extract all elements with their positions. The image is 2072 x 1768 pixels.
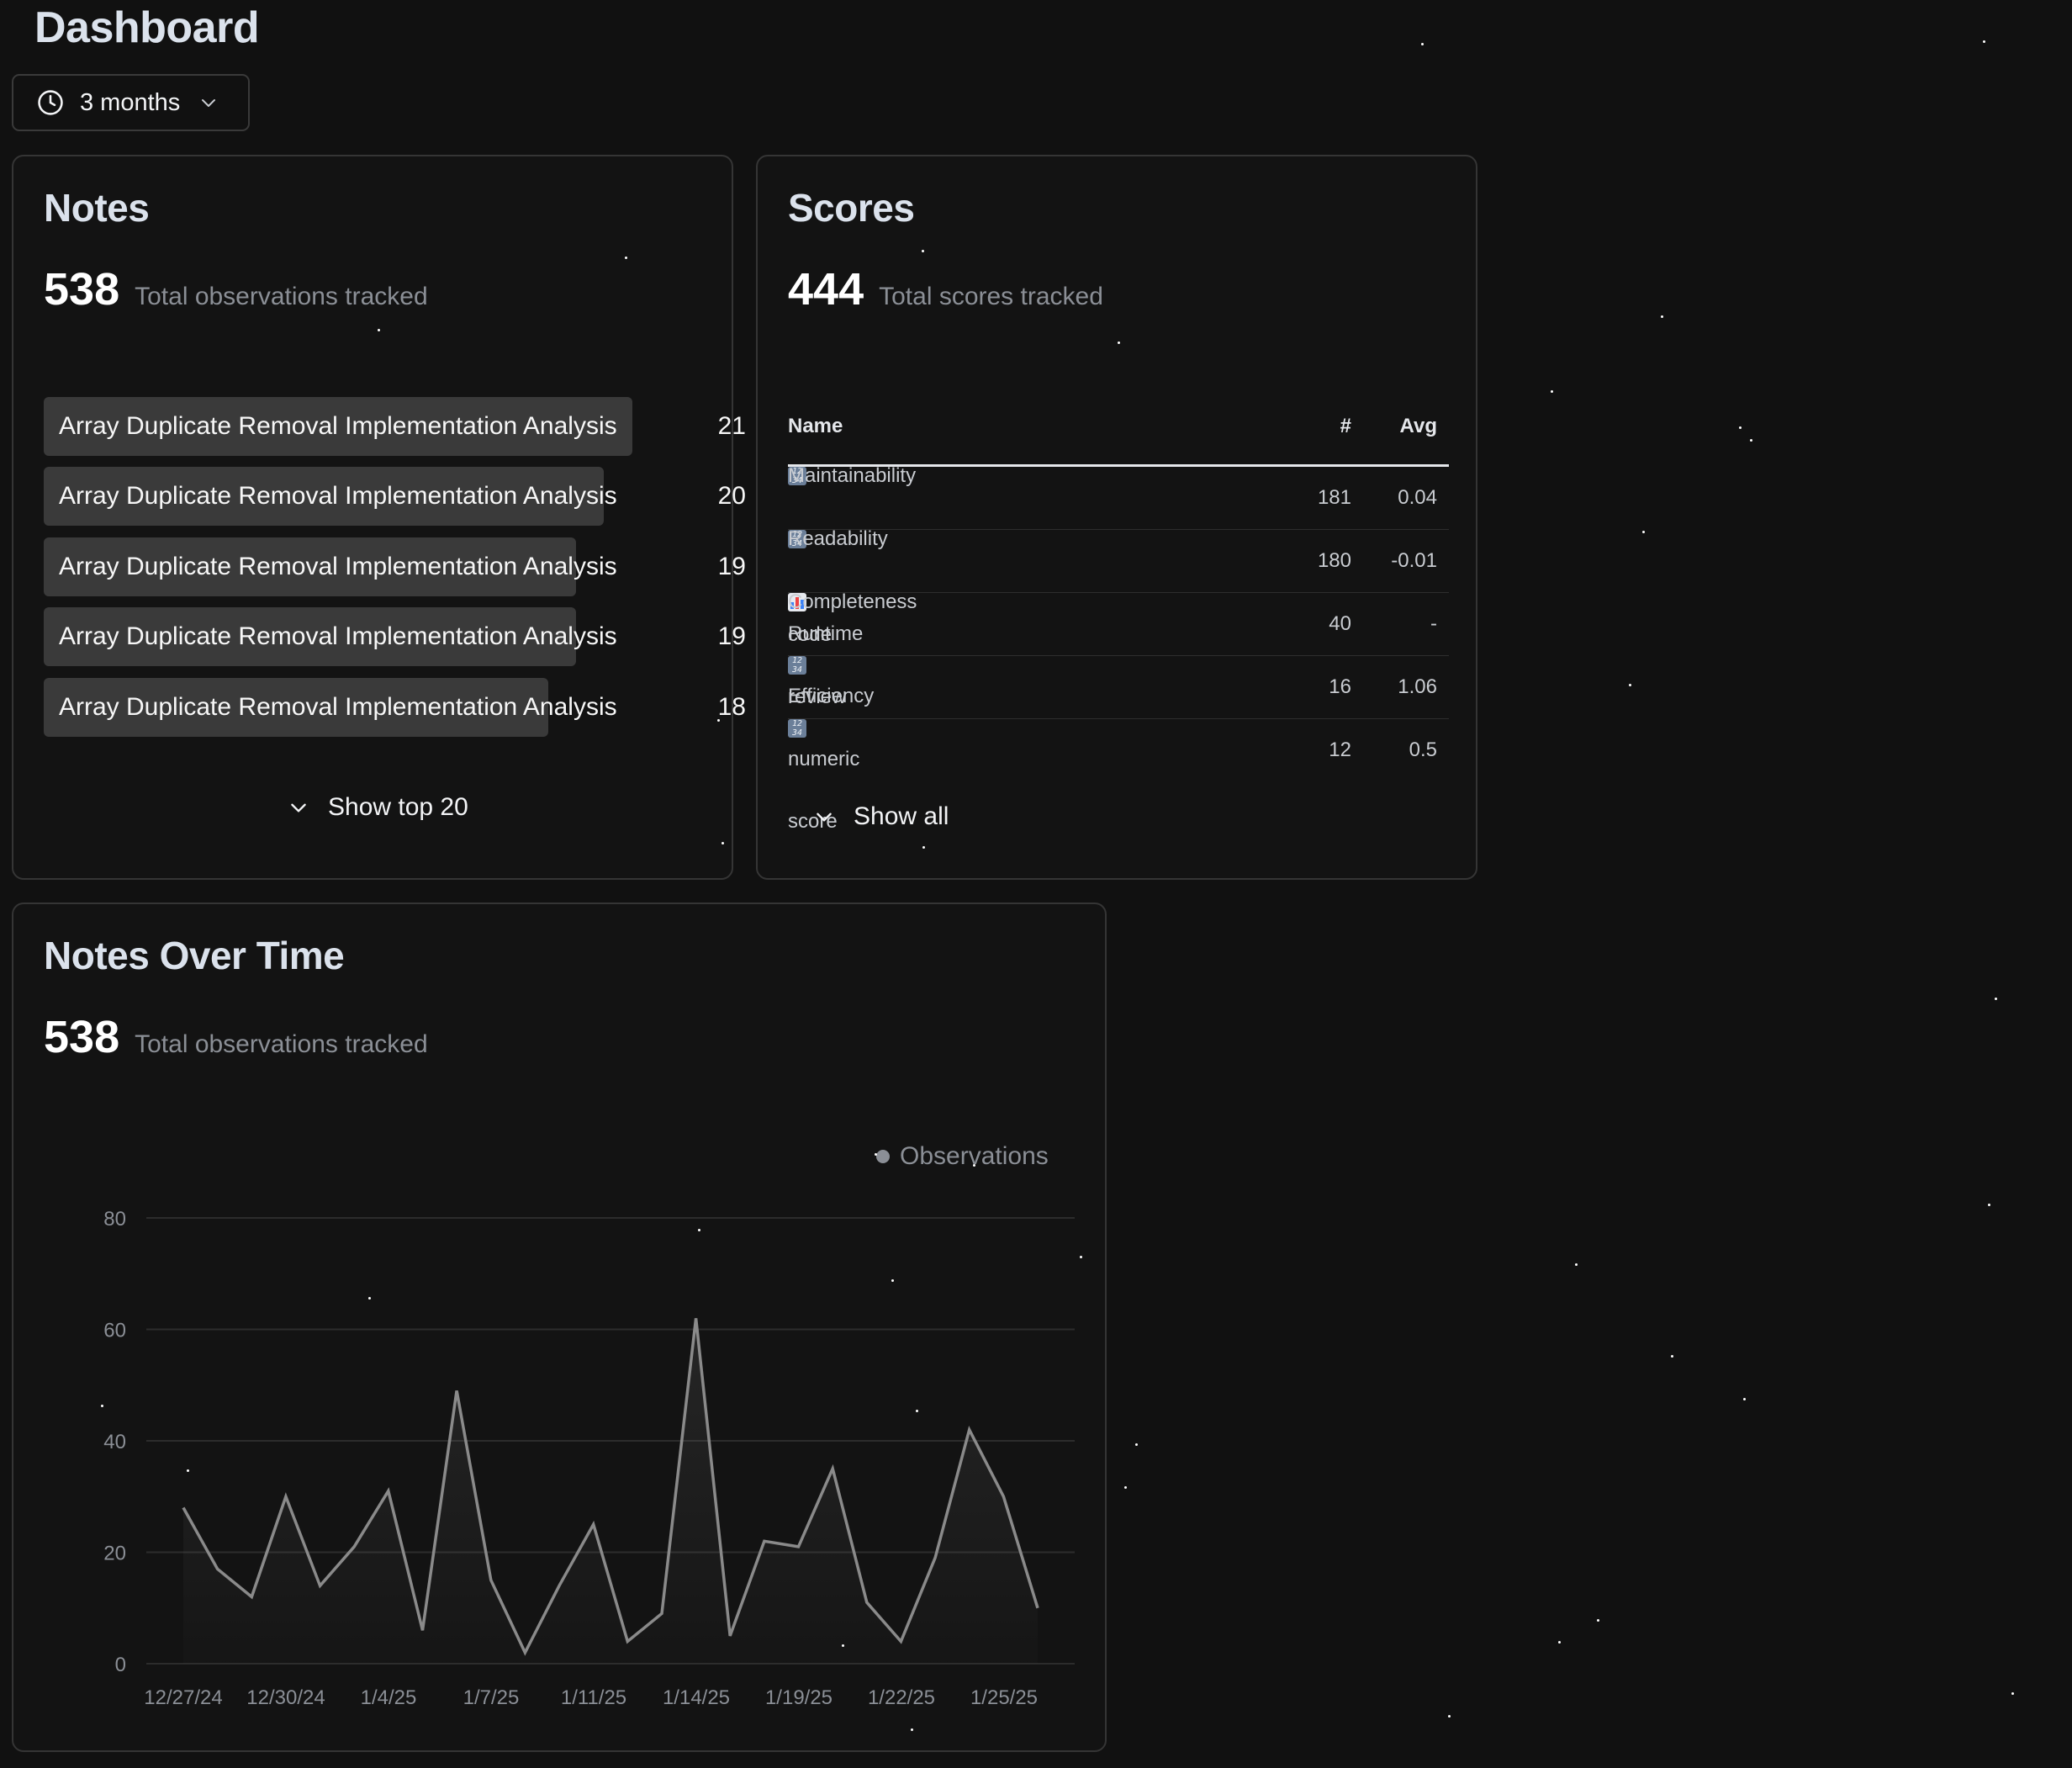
speck [187, 1469, 189, 1472]
x-tick-label: 1/22/25 [868, 1686, 935, 1709]
speck [922, 250, 924, 252]
speck [101, 1405, 103, 1407]
y-tick-label: 0 [115, 1654, 126, 1676]
speck [1988, 1204, 1990, 1206]
x-tick-label: 1/4/25 [361, 1686, 417, 1709]
x-tick-label: 1/7/25 [463, 1686, 520, 1709]
speck [1448, 1715, 1451, 1718]
speck [378, 329, 380, 331]
speck [1597, 1619, 1599, 1622]
speck [1743, 1398, 1746, 1400]
speck [1995, 998, 1997, 1000]
speck [911, 1728, 913, 1731]
series-area [183, 1318, 1038, 1664]
y-tick-label: 80 [103, 1208, 126, 1231]
notes-over-time-chart: 0 20 40 60 80 12/27/24 12/30/24 1/4/25 1/7/25 1/1… [103, 1208, 1075, 1709]
speck [722, 842, 724, 844]
y-tick-label: 40 [103, 1431, 126, 1453]
speck [973, 1164, 975, 1167]
speck [1118, 341, 1120, 344]
x-tick-label: 1/19/25 [765, 1686, 832, 1709]
speck [1124, 1486, 1127, 1489]
dashboard-page: Dashboard 3 months Notes 538 Total obser… [0, 0, 2072, 1768]
x-tick-label: 1/14/25 [663, 1686, 730, 1709]
speck [625, 257, 627, 259]
speck [922, 846, 925, 849]
speck [1750, 439, 1752, 442]
speck [1629, 684, 1631, 686]
y-tick-label: 20 [103, 1543, 126, 1565]
speck [891, 1279, 894, 1282]
x-tick-label: 12/27/24 [144, 1686, 222, 1709]
speck [1551, 390, 1553, 393]
speck [1642, 531, 1645, 533]
speck [1671, 1355, 1673, 1358]
speck [717, 719, 720, 722]
speck [368, 1297, 371, 1300]
speck [1575, 1263, 1578, 1266]
speck [842, 1644, 844, 1647]
speck [1661, 315, 1663, 318]
x-tick-label: 12/30/24 [246, 1686, 325, 1709]
y-tick-label: 60 [103, 1320, 126, 1342]
speck [1080, 1256, 1082, 1258]
speck [1558, 1641, 1561, 1644]
x-tick-label: 1/11/25 [561, 1686, 626, 1709]
x-tick-label: 1/25/25 [970, 1686, 1038, 1709]
speck [1739, 426, 1742, 429]
speck [698, 1229, 700, 1231]
speck [875, 1153, 877, 1156]
speck [1983, 40, 1985, 43]
speck [2011, 1692, 2014, 1695]
speck [916, 1410, 918, 1412]
speck [1135, 1443, 1138, 1446]
speck [1421, 43, 1424, 45]
